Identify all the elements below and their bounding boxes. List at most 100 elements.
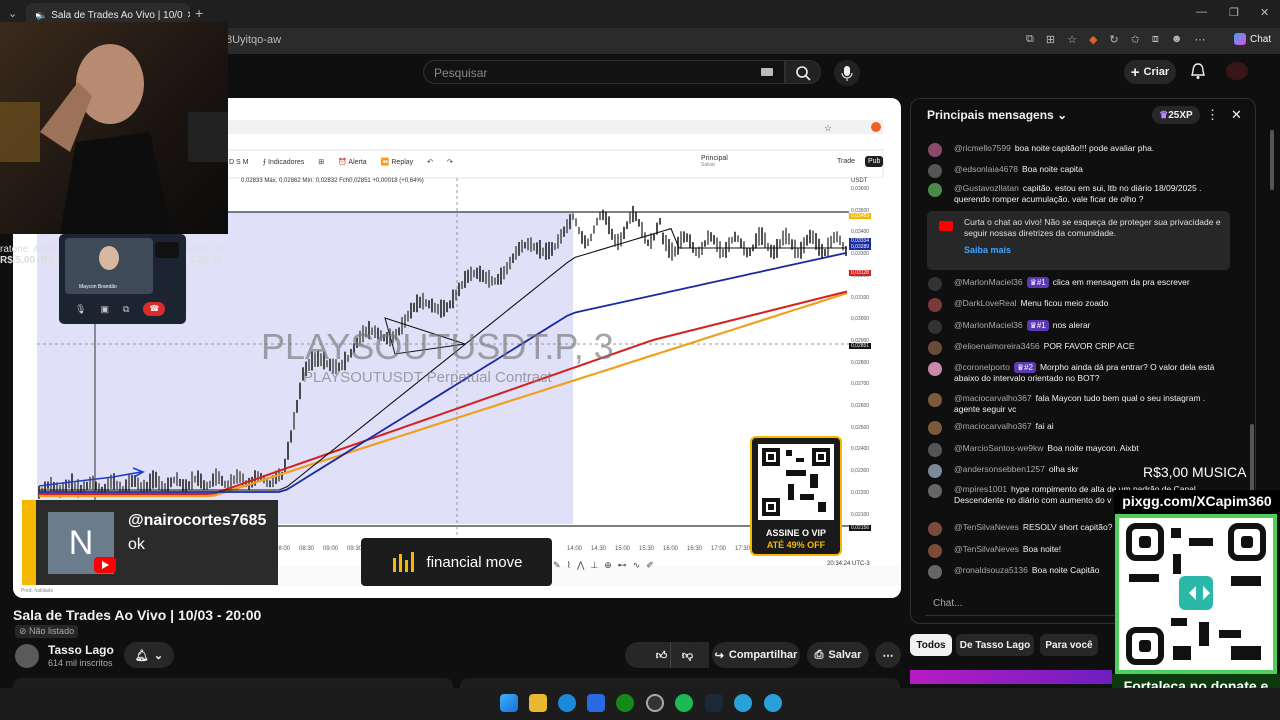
tab-close-icon[interactable]: ✕: [187, 10, 190, 21]
window-minimize-icon[interactable]: —: [1196, 6, 1207, 18]
tv-trade-button[interactable]: Trade: [837, 158, 855, 165]
chat-message[interactable]: @elioenaimoreira3456 POR FAVOR CRIP ACE: [928, 341, 1226, 355]
voice-search-button[interactable]: [834, 60, 860, 86]
chat-avatar[interactable]: [928, 277, 942, 291]
bookmark-star-icon[interactable]: ☆: [1067, 33, 1077, 46]
chat-username[interactable]: @elioenaimoreira3456: [954, 341, 1040, 351]
pen-icon[interactable]: ✎: [553, 560, 561, 571]
comments-box[interactable]: [460, 678, 900, 688]
chat-username[interactable]: @MarlonMaciel36: [954, 277, 1023, 287]
chat-close-icon[interactable]: ✕: [1231, 107, 1242, 123]
telegram-icon[interactable]: [734, 694, 752, 712]
keyboard-icon[interactable]: [761, 68, 773, 76]
chat-avatar[interactable]: [928, 544, 942, 558]
start-menu-icon[interactable]: [500, 694, 518, 712]
refresh-icon[interactable]: ↻: [1109, 33, 1118, 46]
chat-username[interactable]: @TenSilvaNeves: [954, 522, 1019, 532]
filter-chip-all[interactable]: Todos: [910, 634, 952, 656]
tab-list-chevron-icon[interactable]: ⌄: [8, 7, 17, 20]
related-video-strip[interactable]: [910, 670, 1112, 684]
chat-avatar[interactable]: [928, 164, 942, 178]
extension-badge-icon[interactable]: [871, 122, 881, 132]
chat-username[interactable]: @Gustavozllatan: [954, 183, 1019, 193]
chat-avatar[interactable]: [928, 320, 942, 334]
file-explorer-icon[interactable]: [529, 694, 547, 712]
obs-icon[interactable]: [646, 694, 664, 712]
chat-message[interactable]: @MarlonMaciel36 ♛#1 clica em mensagem da p…: [928, 277, 1226, 291]
create-button[interactable]: + Criar: [1124, 60, 1176, 84]
url-field[interactable]: 8Uyitqo-aw: [226, 34, 281, 46]
notification-bell-button[interactable]: 🔔︎ ⌄: [124, 642, 174, 668]
chat-avatar[interactable]: [928, 522, 942, 536]
tv-indicators-button[interactable]: ⨍ Indicadores: [262, 158, 304, 166]
chat-message[interactable]: @MarcioSantos-we9kw Boa noite maycon. Aix…: [928, 443, 1226, 457]
more-actions-button[interactable]: ⋯: [875, 642, 901, 668]
chat-username[interactable]: @ricmello7599: [954, 143, 1011, 153]
extension-icon[interactable]: ◆: [1089, 33, 1097, 46]
menu-dots-icon[interactable]: ⋯: [1194, 33, 1205, 46]
chat-input[interactable]: Chat...: [925, 592, 1115, 616]
xp-badge[interactable]: ♛ 25XP: [1152, 106, 1200, 124]
channel-avatar[interactable]: [15, 644, 39, 668]
chat-avatar[interactable]: [928, 565, 942, 579]
chat-message[interactable]: @ricmello7599 boa noite capitão!!! pode a…: [928, 143, 1226, 157]
chat-menu-icon[interactable]: ⋮: [1206, 107, 1219, 123]
chat-avatar[interactable]: [928, 341, 942, 355]
apps-icon[interactable]: ⊞: [1046, 33, 1055, 46]
chat-avatar[interactable]: [928, 443, 942, 457]
tv-replay-button[interactable]: ⏪ Replay: [381, 158, 413, 166]
xbox-icon[interactable]: [616, 694, 634, 712]
tv-redo-icon[interactable]: ↷: [447, 158, 453, 166]
chat-username[interactable]: @edsonlaia4678: [954, 164, 1018, 174]
call-mic-icon[interactable]: 🎙: [75, 304, 86, 315]
translate-icon[interactable]: ⧉: [1026, 33, 1034, 46]
spotify-icon[interactable]: [675, 694, 693, 712]
chat-message[interactable]: @maciocarvalho367 fai ai: [928, 421, 1226, 435]
chat-username[interactable]: @ronaldsouza5136: [954, 565, 1028, 575]
chat-username[interactable]: @coronelporto: [954, 362, 1010, 372]
window-restore-icon[interactable]: ❐: [1229, 6, 1239, 19]
account-avatar[interactable]: [1226, 62, 1248, 80]
tv-publish-button[interactable]: Pub: [865, 156, 884, 167]
chat-avatar[interactable]: [928, 464, 942, 478]
chat-mode-selector[interactable]: Principais mensagens ⌄: [927, 108, 1067, 122]
chat-avatar[interactable]: [928, 298, 942, 312]
tree-icon[interactable]: ⊥: [590, 560, 598, 571]
telegram-secondary-icon[interactable]: [764, 694, 782, 712]
tv-layout-button[interactable]: Principal Salvar: [701, 155, 728, 169]
search-button[interactable]: [785, 60, 821, 84]
chat-username[interactable]: @TenSilvaNeves: [954, 544, 1019, 554]
notifications-button[interactable]: [1190, 62, 1206, 85]
tv-interval-buttons[interactable]: D S M: [229, 159, 248, 166]
chat-message[interactable]: @MarlonMaciel36 ♛#1 nos alerar: [928, 320, 1226, 334]
copilot-chat-button[interactable]: Chat: [1234, 33, 1271, 45]
chat-username[interactable]: @maciocarvalho367: [954, 421, 1032, 431]
chat-avatar[interactable]: [928, 421, 942, 435]
chat-username[interactable]: @MarlonMaciel36: [954, 320, 1023, 330]
chat-message[interactable]: @DarkLoveReal Menu ficou meio zoado: [928, 298, 1226, 312]
new-tab-button[interactable]: +: [195, 5, 203, 21]
chat-message[interactable]: @Gustavozllatan capitão. estou em sui, lt…: [928, 183, 1226, 205]
learn-more-link[interactable]: Saiba mais: [964, 245, 1222, 256]
chat-avatar[interactable]: [928, 362, 942, 376]
chat-username[interactable]: @DarkLoveReal: [954, 298, 1017, 308]
pattern-icon[interactable]: ⋀: [577, 560, 584, 571]
collections-icon[interactable]: ⧈: [1152, 33, 1159, 46]
chat-scrollbar-top[interactable]: [1270, 130, 1274, 190]
steam-icon[interactable]: [705, 694, 723, 712]
filter-chip-channel[interactable]: De Tasso Lago: [956, 634, 1034, 656]
chat-message[interactable]: @maciocarvalho367 fala Maycon tudo bem qu…: [928, 393, 1226, 415]
outlook-icon[interactable]: [587, 694, 605, 712]
chat-username[interactable]: @MarcioSantos-we9kw: [954, 443, 1043, 453]
search-input[interactable]: Pesquisar: [423, 60, 785, 84]
wave-icon[interactable]: ∿: [633, 560, 641, 571]
channel-name[interactable]: Tasso Lago: [48, 643, 114, 657]
chat-avatar[interactable]: [928, 393, 942, 407]
chat-avatar[interactable]: [928, 484, 942, 498]
chat-avatar[interactable]: [928, 183, 942, 197]
measure-icon[interactable]: ⊕: [604, 560, 612, 571]
favorites-icon[interactable]: ✩: [1131, 33, 1140, 46]
edge-browser-icon[interactable]: [558, 694, 576, 712]
star-icon[interactable]: ☆: [824, 123, 832, 134]
chat-username[interactable]: @mpires1001: [954, 484, 1007, 494]
